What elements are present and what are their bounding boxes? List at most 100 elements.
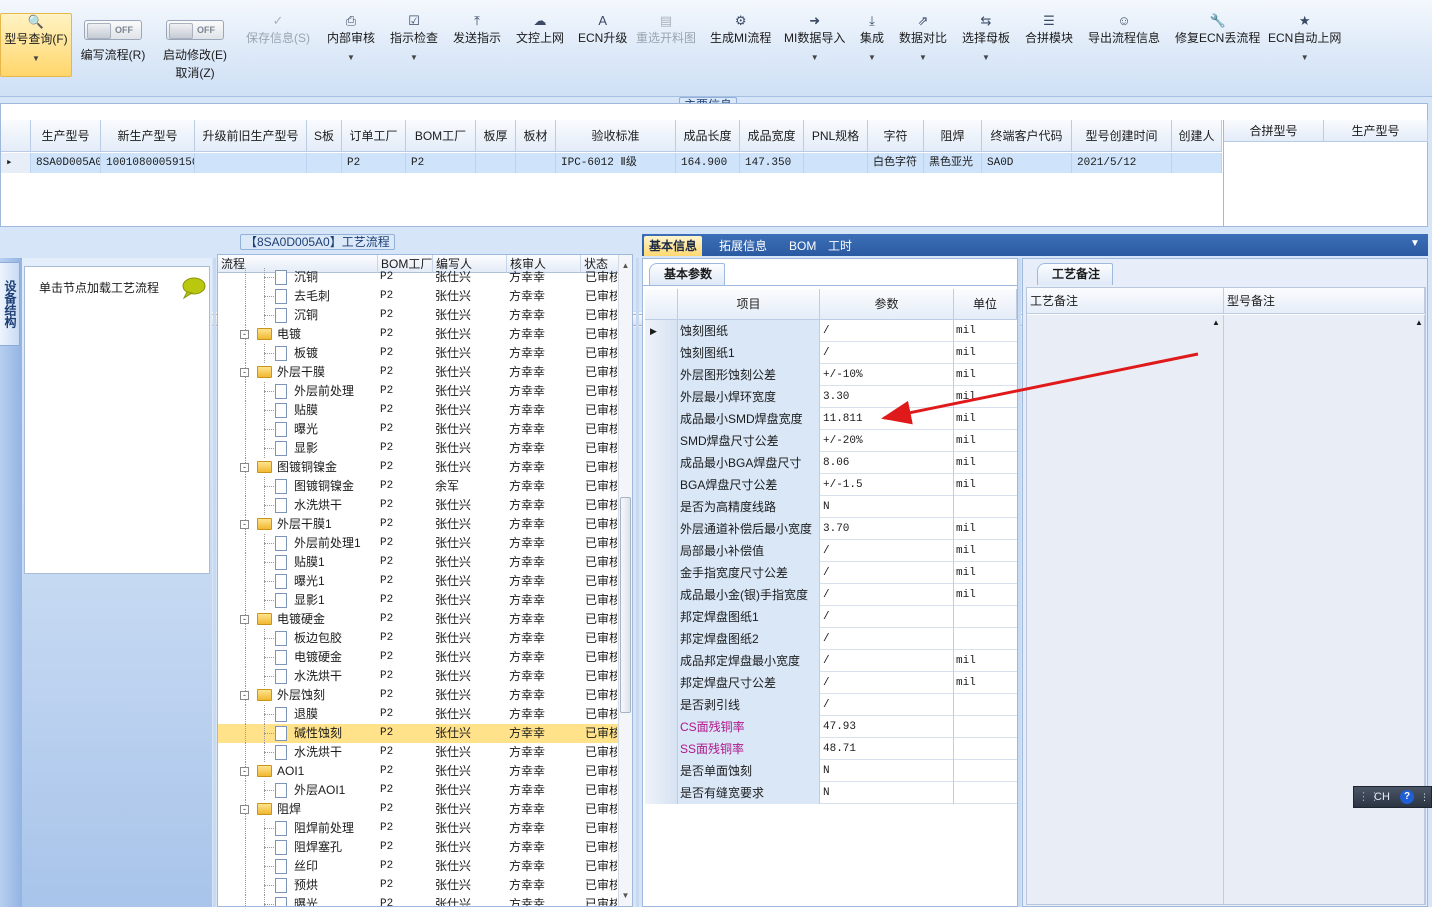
cell-old-model[interactable]: [195, 153, 307, 173]
col-bom-factory[interactable]: BOM工厂: [406, 120, 476, 152]
param-value[interactable]: N: [820, 496, 954, 518]
param-row[interactable]: 邦定焊盘尺寸公差 / mil: [645, 672, 1017, 694]
param-unit[interactable]: [954, 760, 1017, 782]
flow-tree-row[interactable]: 板边包胶 P2 张仕兴 方幸幸 已审核: [218, 629, 618, 648]
edit-flow-toggle[interactable]: OFF: [84, 20, 142, 40]
cell-creator[interactable]: [1172, 153, 1222, 173]
param-value[interactable]: 3.30: [820, 386, 954, 408]
param-value[interactable]: /: [820, 694, 954, 716]
param-unit[interactable]: mil: [954, 408, 1017, 430]
flow-tree-row[interactable]: 沉铜 P2 张仕兴 方幸幸 已审核: [218, 268, 618, 287]
param-row[interactable]: 外层通道补偿后最小宽度 3.70 mil: [645, 518, 1017, 540]
repair-ecn-button[interactable]: 🔧 修复ECN丢流程: [1175, 13, 1260, 47]
edit-flow-button[interactable]: OFF 编写流程(R): [78, 20, 148, 64]
col-customer[interactable]: 终端客户代码: [982, 120, 1072, 152]
col-unit[interactable]: 单位: [954, 289, 1017, 320]
flow-tree-row[interactable]: 贴膜 P2 张仕兴 方幸幸 已审核: [218, 401, 618, 420]
param-unit[interactable]: [954, 628, 1017, 650]
subtab-basic-params[interactable]: 基本参数: [649, 263, 726, 285]
cell-width[interactable]: 147.350: [740, 153, 804, 173]
scroll-up-icon[interactable]: ▲: [1415, 318, 1423, 327]
col-standard[interactable]: 验收标准: [556, 120, 676, 152]
param-value[interactable]: 8.06: [820, 452, 954, 474]
cell-length[interactable]: 164.900: [676, 153, 740, 173]
flow-tree-row[interactable]: 沉铜 P2 张仕兴 方幸幸 已审核: [218, 306, 618, 325]
col-order-factory[interactable]: 订单工厂: [342, 120, 406, 152]
start-modify-toggle[interactable]: OFF: [166, 20, 224, 40]
param-row[interactable]: 邦定焊盘图纸2/: [645, 628, 1017, 650]
flow-tree-row[interactable]: 退膜 P2 张仕兴 方幸幸 已审核: [218, 705, 618, 724]
flow-tree-row[interactable]: 曝光1 P2 张仕兴 方幸幸 已审核: [218, 572, 618, 591]
internal-review-button[interactable]: ⎙ 内部审核 ▼: [327, 13, 375, 65]
flow-tree-row[interactable]: 水洗烘干 P2 张仕兴 方幸幸 已审核: [218, 496, 618, 515]
scroll-up-icon[interactable]: ▲: [1212, 318, 1220, 327]
param-unit[interactable]: mil: [954, 430, 1017, 452]
subtab-process-notes[interactable]: 工艺备注: [1037, 263, 1114, 285]
col-item[interactable]: 项目: [678, 289, 820, 320]
start-modify-button[interactable]: OFF 启动修改(E) 取消(Z): [160, 20, 230, 82]
row-selector[interactable]: [645, 672, 678, 694]
row-selector[interactable]: [645, 628, 678, 650]
ecn-auto-upload-button[interactable]: ★ ECN自动上网 ▼: [1268, 13, 1341, 65]
model-query-button[interactable]: 🔍 型号查询(F) ▼: [0, 13, 72, 77]
param-row[interactable]: SS面残铜率 48.71: [645, 738, 1017, 760]
merge-module-button[interactable]: ☰ 合拼模块: [1025, 13, 1073, 47]
param-value[interactable]: 11.811: [820, 408, 954, 430]
flow-tree-row[interactable]: 预烘 P2 张仕兴 方幸幸 已审核: [218, 876, 618, 895]
flow-tree-row[interactable]: - 图镀铜镍金 P2 张仕兴 方幸幸 已审核: [218, 458, 618, 477]
flow-tree-row[interactable]: 曝光 P2 张仕兴 方幸幸 已审核: [218, 420, 618, 439]
param-unit[interactable]: [954, 738, 1017, 760]
cell-customer[interactable]: SA0D: [982, 153, 1072, 173]
param-value[interactable]: /: [820, 606, 954, 628]
flow-tree-row[interactable]: - 电镀硬金 P2 张仕兴 方幸幸 已审核: [218, 610, 618, 629]
param-value[interactable]: +/-10%: [820, 364, 954, 386]
param-value[interactable]: +/-1.5: [820, 474, 954, 496]
param-unit[interactable]: mil: [954, 386, 1017, 408]
row-selector[interactable]: [645, 452, 678, 474]
flow-tree-row[interactable]: 显影 P2 张仕兴 方幸幸 已审核: [218, 439, 618, 458]
flow-tree-row[interactable]: 电镀硬金 P2 张仕兴 方幸幸 已审核: [218, 648, 618, 667]
param-unit[interactable]: mil: [954, 342, 1017, 364]
flow-tree-row[interactable]: 水洗烘干 P2 张仕兴 方幸幸 已审核: [218, 667, 618, 686]
scroll-down-icon[interactable]: ▼: [619, 889, 632, 903]
row-selector[interactable]: [645, 386, 678, 408]
send-guide-button[interactable]: ⤒ 发送指示: [453, 13, 501, 47]
col-param[interactable]: 参数: [820, 289, 954, 320]
col-new-model[interactable]: 新生产型号: [101, 120, 195, 152]
cell-s-board[interactable]: [307, 153, 342, 173]
device-structure-tab[interactable]: 设备结构: [0, 262, 20, 346]
param-value[interactable]: /: [820, 628, 954, 650]
flow-tree-row[interactable]: 去毛刺 P2 张仕兴 方幸幸 已审核: [218, 287, 618, 306]
param-value[interactable]: 47.93: [820, 716, 954, 738]
flow-tree-row[interactable]: 外层前处理 P2 张仕兴 方幸幸 已审核: [218, 382, 618, 401]
col-model-note[interactable]: 型号备注: [1224, 288, 1425, 314]
param-value[interactable]: /: [820, 672, 954, 694]
flow-tree-vscrollbar[interactable]: ▲ ▼: [618, 255, 632, 906]
collapse-icon[interactable]: -: [240, 330, 249, 339]
row-selector[interactable]: [645, 408, 678, 430]
cell-pnl[interactable]: [804, 153, 868, 173]
param-value[interactable]: N: [820, 760, 954, 782]
param-unit[interactable]: mil: [954, 518, 1017, 540]
param-row[interactable]: 成品最小SMD焊盘宽度 11.811 mil: [645, 408, 1017, 430]
param-row[interactable]: 成品最小金(银)手指宽度 / mil: [645, 584, 1017, 606]
param-row[interactable]: 外层最小焊环宽度 3.30 mil: [645, 386, 1017, 408]
param-value[interactable]: +/-20%: [820, 430, 954, 452]
param-unit[interactable]: mil: [954, 474, 1017, 496]
param-value[interactable]: /: [820, 540, 954, 562]
reselect-cut-chart-button[interactable]: ▤ 重选开料图: [636, 13, 696, 47]
param-unit[interactable]: mil: [954, 452, 1017, 474]
param-row[interactable]: 是否为高精度线路 N: [645, 496, 1017, 518]
flow-tree-row[interactable]: 显影1 P2 张仕兴 方幸幸 已审核: [218, 591, 618, 610]
select-mother-board-button[interactable]: ⇆ 选择母板 ▼: [962, 13, 1010, 65]
ime-language[interactable]: CH: [1374, 787, 1390, 807]
flow-tree-row[interactable]: 图镀铜镍金 P2 余军 方幸幸 已审核: [218, 477, 618, 496]
param-unit[interactable]: [954, 716, 1017, 738]
param-row[interactable]: 外层图形蚀刻公差 +/-10% mil: [645, 364, 1017, 386]
tab-basic-info[interactable]: 基本信息: [644, 236, 703, 256]
process-note-field[interactable]: [1027, 315, 1224, 904]
col-created[interactable]: 型号创建时间: [1072, 120, 1172, 152]
col-thickness[interactable]: 板厚: [476, 120, 516, 152]
flow-tree-row[interactable]: 贴膜1 P2 张仕兴 方幸幸 已审核: [218, 553, 618, 572]
row-selector[interactable]: [645, 496, 678, 518]
